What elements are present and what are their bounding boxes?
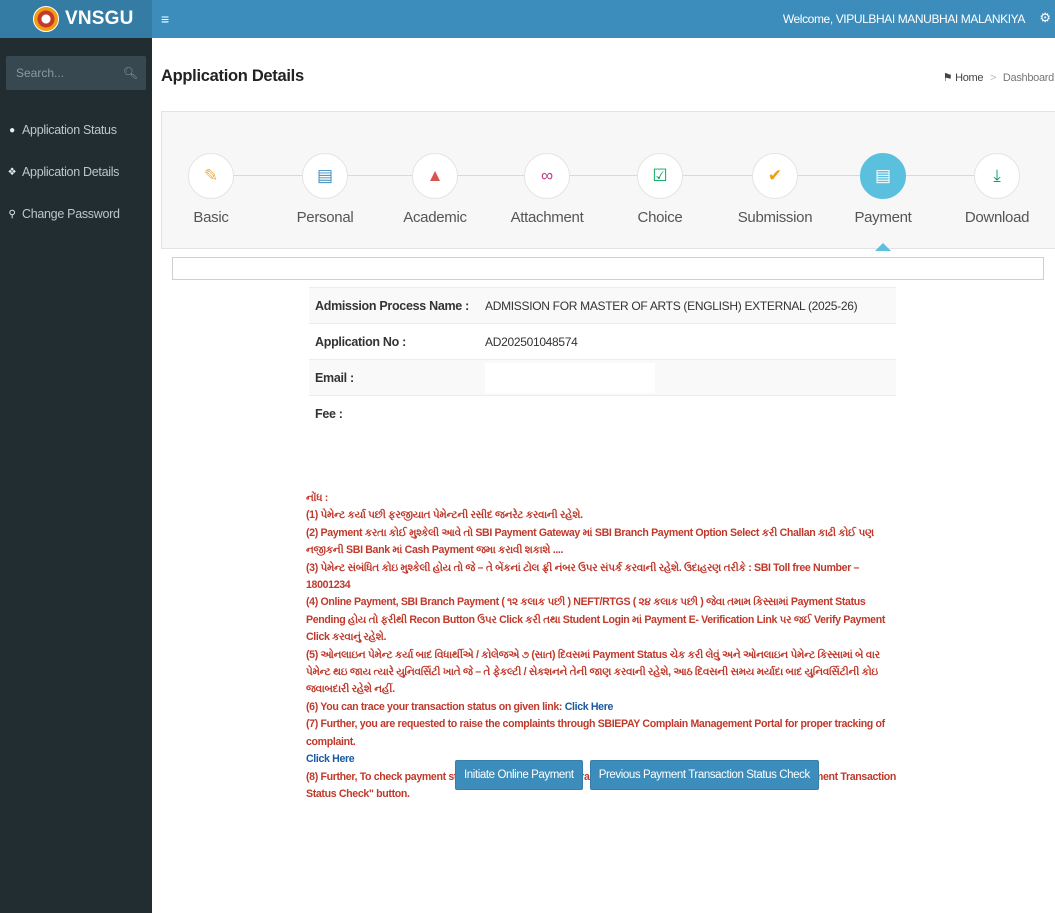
- wizard-step-submission[interactable]: ✔ Submission: [720, 153, 830, 226]
- home-icon: ⚑: [942, 72, 953, 84]
- breadcrumb-current: Dashboard: [1002, 72, 1054, 84]
- info-icon: ❖: [7, 166, 17, 178]
- wizard-step-label: Personal: [296, 209, 354, 226]
- wizard-step-basic[interactable]: ✎ Basic: [156, 153, 266, 226]
- sidebar-item-label: Application Details: [22, 165, 120, 179]
- note-2: (2) Payment કરતા કોઈ મુશ્કેલી આવે તો SBI…: [306, 526, 874, 557]
- top-navbar: ≡ Welcome, VIPULBHAI MANUBHAI MALANKIYA …: [152, 0, 1055, 38]
- sbiepay-complaint-link[interactable]: Click Here: [306, 753, 355, 765]
- process-name-value: ADMISSION FOR MASTER OF ARTS (ENGLISH) E…: [479, 287, 896, 324]
- wizard-step-choice[interactable]: ☑ Choice: [605, 153, 715, 226]
- application-no-value: AD202501048574: [479, 323, 896, 360]
- gears-icon[interactable]: ⚙: [1039, 10, 1051, 26]
- payment-info-bar: [172, 257, 1044, 280]
- breadcrumb: ⚑ Home > Dashboard: [942, 71, 1055, 84]
- process-name-label: Admission Process Name :: [309, 287, 479, 324]
- note-4: (4) Online Payment, SBI Branch Payment (…: [306, 596, 885, 644]
- hamburger-icon[interactable]: ≡: [161, 11, 169, 27]
- active-step-caret: [875, 243, 891, 251]
- search-input[interactable]: [16, 66, 111, 80]
- wizard-step-payment[interactable]: ▤ Payment: [828, 153, 938, 251]
- note-6: (6) You can trace your transaction statu…: [306, 699, 906, 716]
- sidebar: VNSGU 🔍︎ ● Application Status ❖ Applicat…: [0, 0, 152, 913]
- fee-label: Fee :: [309, 395, 479, 432]
- fee-value: [479, 395, 896, 432]
- search-icon[interactable]: 🔍︎: [123, 66, 138, 80]
- wizard-step-label: Download: [964, 209, 1030, 226]
- note-1: (1) પેમેન્ટ કર્યા પછી ફરજીયાત પેમેન્ટની …: [306, 509, 583, 522]
- sidebar-item-label: Application Status: [22, 123, 117, 137]
- sidebar-menu: ● Application Status ❖ Application Detai…: [0, 109, 152, 235]
- checkmark-icon: ✔: [752, 153, 798, 199]
- sidebar-item-application-status[interactable]: ● Application Status: [0, 109, 152, 151]
- graduation-cap-icon: ▲: [412, 153, 458, 199]
- sidebar-item-label: Change Password: [22, 207, 120, 221]
- pencil-icon: ✎: [188, 153, 234, 199]
- wizard-step-label: Basic: [193, 209, 229, 226]
- id-card-icon: ▤: [302, 153, 348, 199]
- university-seal-icon: [33, 6, 59, 32]
- page-title: Application Details: [161, 67, 304, 85]
- checkbox-icon: ☑: [637, 153, 683, 199]
- table-row: Application No : AD202501048574: [309, 323, 896, 360]
- note-7-text: (7) Further, you are requested to raise …: [306, 718, 885, 748]
- main-content: Application Details ⚑ Home > Dashboard ✎…: [152, 38, 1055, 913]
- welcome-user[interactable]: Welcome, VIPULBHAI MANUBHAI MALANKIYA: [783, 12, 1026, 26]
- payment-actions: Initiate Online Payment Previous Payment…: [455, 760, 819, 790]
- logo[interactable]: VNSGU: [0, 0, 152, 38]
- paperclip-icon: ∞: [524, 153, 570, 199]
- table-row: Email :: [309, 359, 896, 396]
- application-wizard: ✎ Basic ▤ Personal ▲ Academic ∞ Attachme…: [161, 111, 1055, 251]
- key-icon: ⚲: [8, 208, 16, 220]
- wizard-step-label: Submission: [737, 209, 813, 226]
- note-6-text: (6) You can trace your transaction statu…: [306, 700, 563, 713]
- application-no-label: Application No :: [309, 323, 479, 360]
- wizard-step-academic[interactable]: ▲ Academic: [380, 153, 490, 226]
- initiate-online-payment-button[interactable]: Initiate Online Payment: [455, 760, 583, 790]
- payment-notes: નોંધ : (1) પેમેન્ટ કર્યા પછી ફરજીયાત પેમ…: [306, 490, 906, 803]
- credit-card-icon: ▤: [860, 153, 906, 199]
- note-5: (5) ઓનલાઇન પેમેન્ટ કર્યા બાદ વિધાર્થીએ /…: [306, 648, 880, 696]
- wizard-step-label: Choice: [637, 209, 683, 226]
- trace-status-link[interactable]: Click Here: [565, 701, 614, 713]
- email-label: Email :: [309, 359, 479, 396]
- redacted-email: [485, 362, 655, 393]
- sidebar-search: 🔍︎: [6, 56, 146, 90]
- sidebar-item-application-details[interactable]: ❖ Application Details: [0, 151, 152, 193]
- table-row: Fee :: [309, 395, 896, 432]
- previous-payment-status-check-button[interactable]: Previous Payment Transaction Status Chec…: [589, 760, 819, 790]
- content-header: Application Details ⚑ Home > Dashboard: [152, 38, 1055, 110]
- dashboard-icon: ●: [9, 124, 15, 136]
- wizard-step-download[interactable]: ⤓ Download: [942, 153, 1052, 226]
- notes-heading: નોંધ :: [306, 492, 328, 504]
- wizard-step-label: Attachment: [510, 209, 584, 226]
- download-icon: ⤓: [974, 153, 1020, 199]
- table-row: Admission Process Name : ADMISSION FOR M…: [309, 287, 896, 324]
- wizard-step-attachment[interactable]: ∞ Attachment: [492, 153, 602, 226]
- sidebar-item-change-password[interactable]: ⚲ Change Password: [0, 193, 152, 235]
- breadcrumb-separator: >: [989, 72, 997, 84]
- application-summary-table: Admission Process Name : ADMISSION FOR M…: [309, 287, 896, 432]
- wizard-step-personal[interactable]: ▤ Personal: [270, 153, 380, 226]
- logo-text: VNSGU: [65, 8, 134, 29]
- email-value: [479, 359, 896, 396]
- wizard-step-label: Payment: [854, 209, 912, 226]
- breadcrumb-home[interactable]: Home: [955, 72, 983, 84]
- wizard-step-label: Academic: [403, 209, 467, 226]
- note-3: (3) પેમેન્ટ સંબંધિત કોઇ મુશ્કેલી હોય તો …: [306, 561, 860, 592]
